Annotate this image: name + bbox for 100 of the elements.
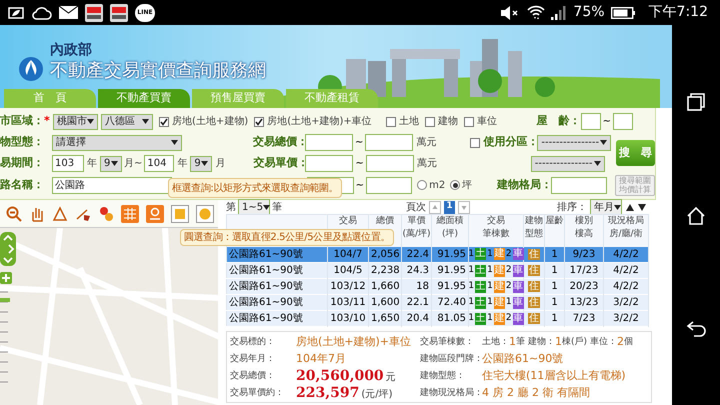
table-cell: 1 [551, 248, 558, 260]
type-tag: 住 [528, 313, 540, 324]
table-cell: 2,238 [371, 265, 400, 276]
column-header: 總價 [376, 215, 394, 228]
table-cell: 104/5 [334, 265, 362, 276]
tooltip: 框選查詢:以矩形方式來選取查詢範圍。 [168, 178, 342, 198]
tag-label: 車 [512, 248, 524, 260]
detail-value: 房地(土地+建物)+車位 [296, 334, 412, 350]
detail-value: 1 [509, 334, 516, 350]
battery-percentage: 75% [573, 3, 605, 22]
count-number: 1 [506, 296, 512, 309]
column-header: 房/廳/衛 [609, 228, 643, 241]
radio-label: m2 [429, 178, 446, 192]
tag-label: 建 [494, 296, 505, 308]
table-cell: 公園路61~90號 [229, 248, 303, 260]
table-cell: 1 [551, 313, 558, 324]
checkbox-label: 車位 [476, 114, 497, 129]
unit-label: 月 [215, 157, 226, 171]
column-header: 總面積 [436, 215, 464, 228]
count-number: 2 [506, 248, 512, 261]
detail-label: 車位： [590, 336, 618, 349]
tag-label: 建 [494, 280, 505, 292]
count-number: 1 [468, 264, 474, 277]
unit-label: 元 [386, 371, 396, 385]
range-separator: ~ [602, 115, 611, 129]
table-cell: 1 [551, 265, 558, 276]
type-tag: 住 [528, 265, 540, 276]
column-header: 建物 [525, 215, 543, 228]
table-cell: 91.95 [437, 248, 466, 260]
detail-value: 住宅大樓(11層含以上有電梯) [482, 368, 626, 384]
column-header: (萬/坪) [402, 228, 431, 241]
table-cell: 1 [551, 281, 558, 292]
column-header: 筆棟數 [482, 228, 510, 241]
detail-value: 1 [555, 334, 562, 350]
table-cell: 20/23 [570, 281, 598, 292]
table-cell: 1,660 [371, 281, 400, 292]
radio-label: 坪 [462, 178, 472, 192]
column-header: 型態 [525, 228, 543, 241]
field-label: 物型態： [0, 134, 45, 150]
tag-label: 土 [475, 296, 486, 308]
table-cell: 2,056 [371, 248, 400, 260]
column-header: 樓高 [575, 228, 593, 241]
checkbox-label: 房地(土地+建物)+車位 [267, 114, 372, 129]
field-label: 易期間： [0, 155, 45, 172]
detail-value: 104年7月 [296, 351, 346, 368]
detail-value: 2 [617, 334, 624, 350]
count-number: 2 [506, 312, 512, 325]
unit-label: 月~ [124, 157, 142, 171]
column-header: 單價 [408, 215, 426, 228]
count-number: 1 [468, 280, 474, 293]
field-label: 交易單價： [253, 155, 306, 172]
column-header: 交易 [487, 215, 505, 228]
range-separator: ~ [355, 157, 364, 171]
table-cell: 24.3 [406, 265, 429, 276]
table-cell: 18 [416, 281, 429, 292]
tag-label: 車 [512, 312, 524, 324]
tag-label: 車 [512, 296, 524, 308]
table-cell: 91.95 [437, 265, 466, 276]
ministry-name: 內政部 [50, 41, 93, 59]
count-number: 1 [487, 296, 493, 309]
detail-label: 建物現況格局： [420, 386, 482, 400]
table-cell: 公園路61~90號 [229, 265, 303, 276]
table-cell: 22.1 [406, 297, 429, 308]
field-label: 屋 齡： [536, 113, 581, 130]
table-cell: 72.40 [437, 297, 466, 308]
tag-label: 建 [494, 312, 505, 324]
range-separator: ~ [356, 178, 364, 192]
table-cell: 4/2/2 [613, 281, 639, 292]
count-number: 2 [506, 280, 512, 293]
column-header: 現況格局 [608, 215, 644, 228]
pager-text: 頁次 [406, 200, 426, 214]
field-label: 建物格局： [497, 176, 552, 193]
detail-label: 土地： [482, 336, 509, 349]
unit-label: (元/坪) [361, 388, 392, 402]
count-number: 1 [468, 312, 474, 325]
count-number: 1 [487, 248, 493, 261]
detail-label: 個 [624, 336, 634, 349]
detail-value: 公園路61~90號 [482, 351, 564, 368]
checkbox-label: 房地(土地+建物) [172, 114, 248, 129]
unit-label: 萬元 [416, 136, 438, 150]
table-cell: 81.05 [437, 313, 466, 324]
range-separator: ~ [355, 136, 364, 150]
detail-label: 建物型態： [420, 370, 466, 383]
tag-label: 土 [475, 248, 486, 260]
table-cell: 1 [551, 297, 558, 308]
tag-label: 建 [494, 248, 505, 260]
tag-label: 土 [475, 312, 486, 324]
unit-label: 年 [87, 157, 97, 171]
column-header: 樓別 [575, 215, 593, 228]
count-number: 1 [487, 312, 493, 325]
tag-label: 建 [494, 264, 505, 276]
count-number: 2 [506, 264, 512, 277]
detail-label: 交易標的： [230, 336, 276, 349]
field-label: 市區域： [0, 113, 44, 130]
count-number: 1 [468, 248, 474, 261]
column-header: 屋齡 [546, 215, 564, 228]
checkbox-label: 建物 [438, 114, 458, 129]
type-tag: 住 [528, 281, 540, 292]
pager-text: 筆 [272, 200, 282, 214]
table-cell: 104/7 [334, 248, 362, 260]
